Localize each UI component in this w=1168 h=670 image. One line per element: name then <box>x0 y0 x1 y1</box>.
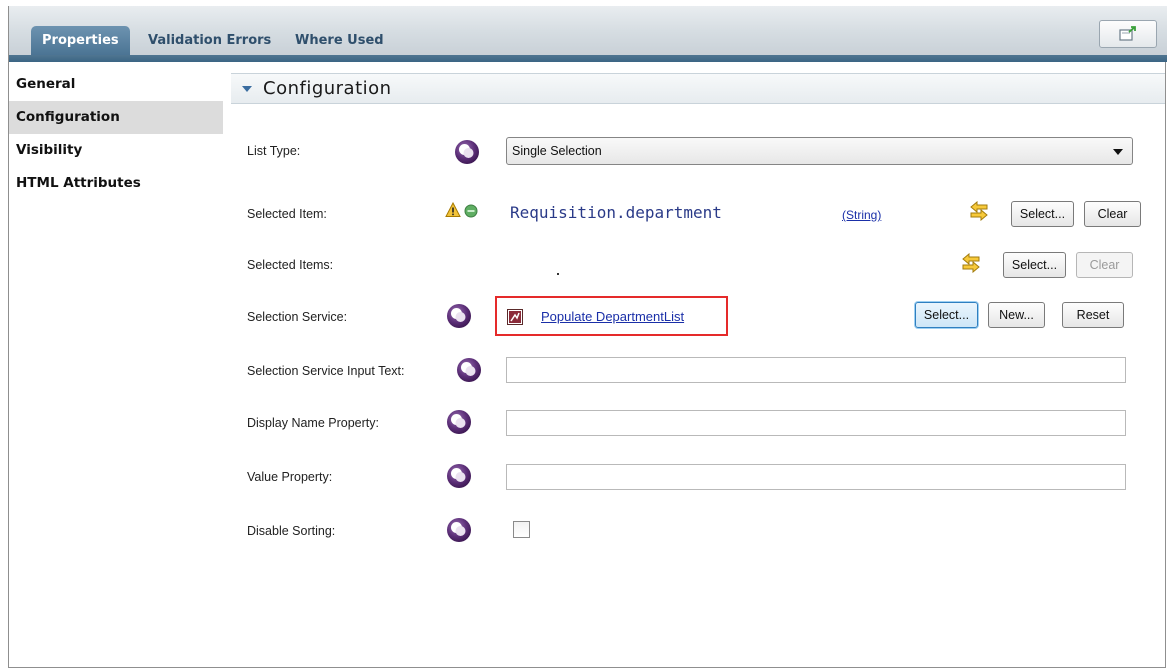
chevron-down-icon <box>1113 149 1123 155</box>
string-type-link[interactable]: (String) <box>842 208 881 222</box>
selected-items-placeholder-mark <box>557 273 559 275</box>
disable-sorting-checkbox[interactable] <box>513 521 530 538</box>
selection-service-reset-button[interactable]: Reset <box>1062 302 1124 328</box>
sidebar: General Configuration Visibility HTML At… <box>9 68 223 200</box>
swap-arrows-icon[interactable] <box>968 201 990 221</box>
tab-where-used[interactable]: Where Used <box>295 26 384 55</box>
service-icon <box>507 309 523 325</box>
value-property-label: Value Property: <box>247 470 333 484</box>
tab-strip <box>9 55 1167 62</box>
selected-items-select-button[interactable]: Select... <box>1003 252 1066 278</box>
list-type-value: Single Selection <box>512 144 602 158</box>
selected-item-clear-button[interactable]: Clear <box>1084 201 1141 227</box>
selection-service-label: Selection Service: <box>247 310 348 324</box>
display-name-property-label: Display Name Property: <box>247 416 379 430</box>
selected-item-binding: Requisition.department <box>510 203 722 222</box>
selected-items-label: Selected Items: <box>247 258 334 272</box>
properties-panel: Properties Validation Errors Where Used … <box>8 6 1167 668</box>
selected-item-label: Selected Item: <box>247 207 327 221</box>
selection-service-link[interactable]: Populate DepartmentList <box>541 309 684 324</box>
purple-orb-icon[interactable] <box>446 409 472 435</box>
sidebar-item-configuration[interactable]: Configuration <box>9 101 223 134</box>
service-input-text-field[interactable] <box>506 357 1126 383</box>
selected-item-select-button[interactable]: Select... <box>1011 201 1074 227</box>
green-status-icon <box>464 204 478 218</box>
disable-sorting-label: Disable Sorting: <box>247 524 336 538</box>
section-title: Configuration <box>263 78 392 99</box>
tab-properties[interactable]: Properties <box>31 26 130 55</box>
purple-orb-icon[interactable] <box>446 463 472 489</box>
sidebar-item-html-attributes[interactable]: HTML Attributes <box>9 167 223 200</box>
warning-icon <box>445 202 461 217</box>
configuration-section-header[interactable]: Configuration <box>231 73 1165 104</box>
tab-validation-errors[interactable]: Validation Errors <box>148 26 271 55</box>
value-property-field[interactable] <box>506 464 1126 490</box>
maximize-icon <box>1119 26 1136 41</box>
selection-service-new-button[interactable]: New... <box>988 302 1045 328</box>
selected-items-clear-button: Clear <box>1076 252 1133 278</box>
purple-orb-icon[interactable] <box>446 517 472 543</box>
purple-orb-icon[interactable] <box>446 303 472 329</box>
maximize-button[interactable] <box>1099 20 1157 48</box>
tab-bar: Properties Validation Errors Where Used <box>9 6 1167 62</box>
sidebar-item-general[interactable]: General <box>9 68 223 101</box>
selection-service-select-button[interactable]: Select... <box>915 302 978 328</box>
display-name-property-field[interactable] <box>506 410 1126 436</box>
list-type-select[interactable]: Single Selection <box>506 137 1133 165</box>
triangle-down-icon <box>242 85 252 92</box>
service-input-text-label: Selection Service Input Text: <box>247 364 405 378</box>
sidebar-item-visibility[interactable]: Visibility <box>9 134 223 167</box>
swap-arrows-icon[interactable] <box>960 253 982 273</box>
list-type-label: List Type: <box>247 144 301 158</box>
purple-orb-icon[interactable] <box>454 139 480 165</box>
purple-orb-icon[interactable] <box>456 357 482 383</box>
